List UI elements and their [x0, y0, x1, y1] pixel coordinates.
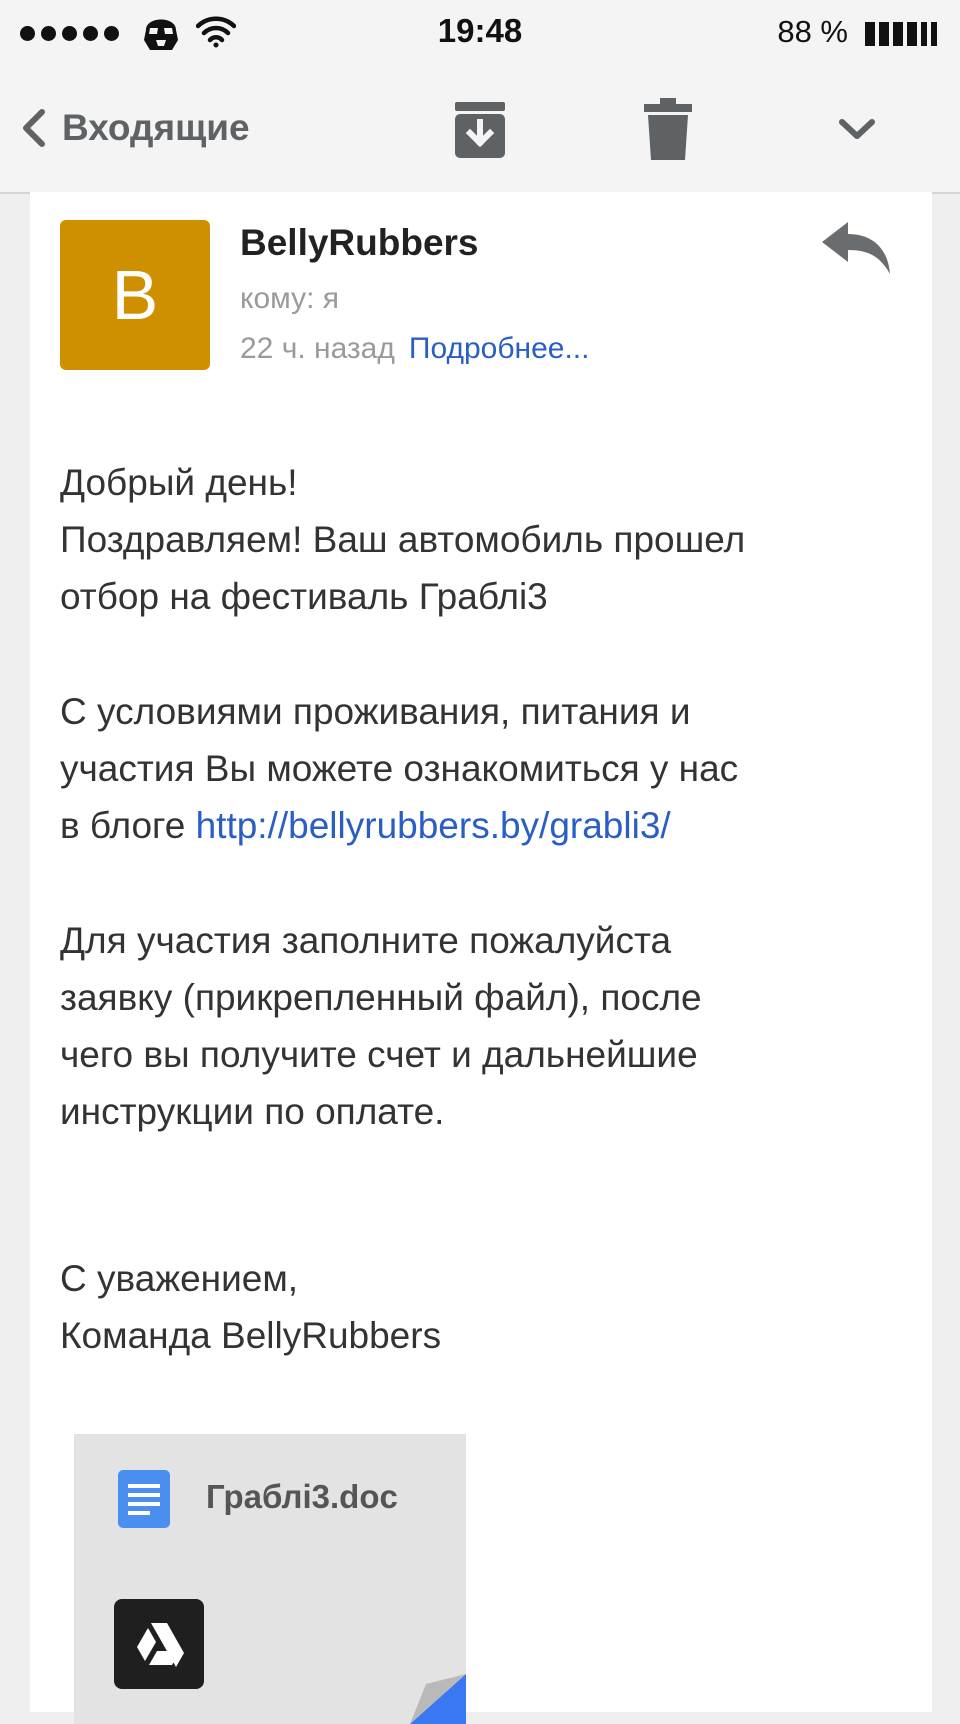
greeting-text: Добрый день!	[60, 462, 298, 503]
status-bar: 19:48 88 %	[0, 0, 960, 64]
time-ago: 22 ч. назад	[240, 332, 395, 365]
back-button[interactable]: Входящие	[20, 102, 250, 154]
body-line: чего вы получите счет и дальнейшие	[60, 1034, 698, 1075]
body-line: отбор на фестиваль Граблі3	[60, 576, 548, 617]
trash-icon[interactable]	[644, 98, 692, 160]
back-label: Входящие	[62, 107, 250, 148]
signoff-text: С уважением,	[60, 1258, 299, 1299]
body-line-prefix: в блоге	[60, 805, 196, 846]
message-body: Добрый день! Поздравляем! Ваш автомобиль…	[60, 454, 920, 1364]
body-line: заявку (прикрепленный файл), после	[60, 977, 702, 1018]
reply-icon[interactable]	[820, 220, 892, 276]
message-meta: 22 ч. назад Подробнее...	[240, 332, 589, 366]
body-line: Поздравляем! Ваш автомобиль прошел	[60, 519, 746, 560]
sender-name: BellyRubbers	[240, 222, 479, 263]
battery-percentage: 88 %	[777, 14, 848, 49]
blog-link[interactable]: http://bellyrubbers.by/grabli3/	[196, 805, 671, 846]
page-corner-fold	[410, 1674, 466, 1724]
chevron-left-icon	[23, 109, 45, 147]
body-line: в блоге http://bellyrubbers.by/grabli3/	[60, 797, 920, 854]
chevron-down-icon[interactable]	[836, 112, 878, 146]
body-line: С условиями проживания, питания и	[60, 691, 691, 732]
attachment-card[interactable]: Граблі3.doc	[74, 1434, 466, 1724]
document-icon	[118, 1470, 170, 1528]
google-drive-button[interactable]	[114, 1599, 204, 1689]
body-line: инструкции по оплате.	[60, 1091, 445, 1132]
body-line: участия Вы можете ознакомиться у нас	[60, 748, 739, 789]
attachment-filename: Граблі3.doc	[206, 1478, 398, 1515]
recipient-line: кому: я	[240, 282, 340, 315]
google-drive-icon	[137, 1623, 184, 1667]
avatar: B	[60, 220, 210, 370]
battery-icon	[865, 22, 937, 46]
nav-bar: Входящие	[0, 64, 960, 194]
signature-text: Команда BellyRubbers	[60, 1315, 442, 1356]
details-link[interactable]: Подробнее...	[409, 332, 590, 365]
body-line: Для участия заполните пожалуйста	[60, 920, 672, 961]
archive-icon[interactable]	[452, 100, 508, 160]
